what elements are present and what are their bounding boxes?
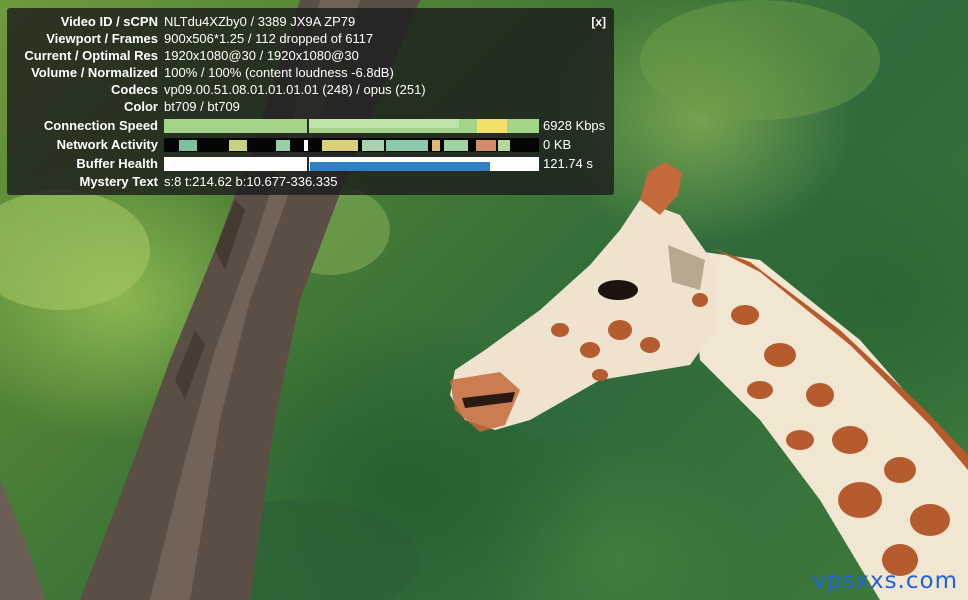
network-activity-value: 0 KB <box>543 136 572 152</box>
buffer-health-value: 121.74 s <box>543 155 593 171</box>
stats-row-codecs: Codecs vp09.00.51.08.01.01.01.01 (248) /… <box>7 81 426 98</box>
stats-label: Current / Optimal Res <box>24 47 158 63</box>
stats-value: 1920x1080@30 / 1920x1080@30 <box>164 47 359 63</box>
stats-value: 900x506*1.25 / 112 dropped of 6117 <box>164 30 374 46</box>
stats-row-connection-speed: Connection Speed 6928 Kbps <box>7 117 605 134</box>
network-activity-graph <box>164 137 539 152</box>
stats-label: Mystery Text <box>79 173 158 189</box>
stats-value: s:8 t:214.62 b:10.677-336.335 <box>164 173 338 189</box>
connection-speed-value: 6928 Kbps <box>543 117 606 133</box>
stats-label: Viewport / Frames <box>46 30 158 46</box>
stats-row-viewport: Viewport / Frames 900x506*1.25 / 112 dro… <box>7 30 373 47</box>
stats-row-buffer-health: Buffer Health 121.74 s <box>7 155 593 172</box>
stats-row-video-id: Video ID / sCPN NLTdu4XZby0 / 3389 JX9A … <box>7 13 356 30</box>
stats-label: Codecs <box>111 81 158 97</box>
site-watermark: vpsxxs.com <box>812 568 958 594</box>
stats-row-network-activity: Network Activity 0 KB <box>7 136 572 153</box>
stats-label: Video ID / sCPN <box>60 13 158 29</box>
stats-label: Color <box>124 98 158 114</box>
connection-speed-graph <box>164 118 539 133</box>
stats-label: Connection Speed <box>43 117 158 133</box>
stats-label: Volume / Normalized <box>31 64 158 80</box>
buffer-health-graph <box>164 156 539 171</box>
close-stats-button[interactable]: [x] <box>591 14 606 32</box>
stats-label: Buffer Health <box>76 155 158 171</box>
stats-row-volume: Volume / Normalized 100% / 100% (content… <box>7 64 394 81</box>
stats-for-nerds-panel: [x] Video ID / sCPN NLTdu4XZby0 / 3389 J… <box>7 8 614 195</box>
stats-value: bt709 / bt709 <box>164 98 240 114</box>
stats-value: 100% / 100% (content loudness -6.8dB) <box>164 64 394 80</box>
stats-row-mystery-text: Mystery Text s:8 t:214.62 b:10.677-336.3… <box>7 173 337 190</box>
stats-value: vp09.00.51.08.01.01.01.01 (248) / opus (… <box>164 81 426 97</box>
stats-value: NLTdu4XZby0 / 3389 JX9A ZP79 <box>164 13 356 29</box>
stats-label: Network Activity <box>56 136 158 152</box>
stats-row-resolution: Current / Optimal Res 1920x1080@30 / 192… <box>7 47 359 64</box>
stats-row-color: Color bt709 / bt709 <box>7 98 240 115</box>
